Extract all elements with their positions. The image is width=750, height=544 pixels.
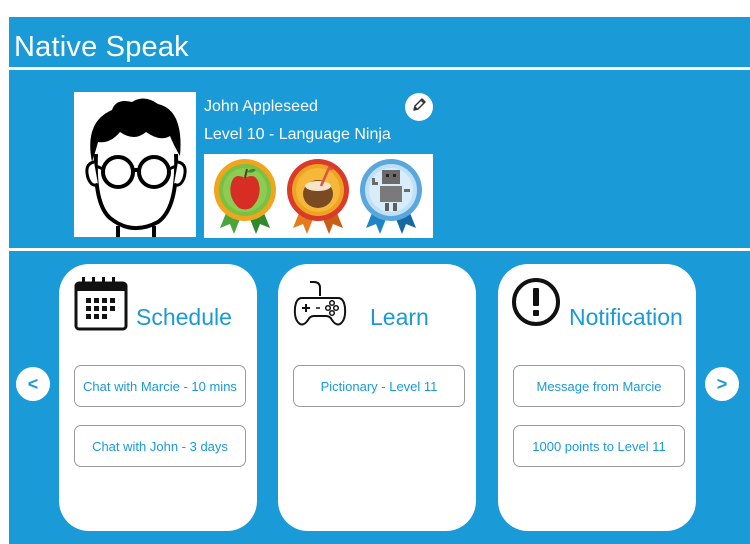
app-title: Native Speak (14, 31, 189, 63)
schedule-item[interactable]: Chat with John - 3 days (74, 425, 246, 467)
schedule-card-header: Schedule (73, 276, 251, 332)
learn-card-header: Learn (292, 276, 470, 332)
profile-level: Level 10 - Language Ninja (204, 126, 391, 143)
gamepad-icon (292, 276, 348, 332)
notification-item[interactable]: 1000 points to Level 11 (513, 425, 685, 467)
schedule-item[interactable]: Chat with Marcie - 10 mins (74, 365, 246, 407)
next-button[interactable]: > (705, 367, 739, 401)
coconut-badge-icon (285, 156, 351, 236)
avatar (74, 92, 196, 237)
notification-card-header: Notification (512, 276, 690, 332)
calendar-icon (73, 276, 129, 332)
robot-badge-icon (358, 156, 424, 236)
learn-card-title: Learn (370, 304, 429, 330)
section-divider (9, 248, 750, 251)
badge-strip (204, 154, 433, 238)
learn-item[interactable]: Pictionary - Level 11 (293, 365, 465, 407)
edit-profile-button[interactable] (405, 93, 433, 121)
schedule-card: Schedule Chat with Marcie - 10 mins Chat… (59, 264, 257, 531)
apple-badge-icon (212, 156, 278, 236)
schedule-card-title: Schedule (136, 304, 232, 330)
notification-card-title: Notification (569, 304, 683, 330)
profile-name: John Appleseed (204, 98, 318, 115)
notification-card: Notification Message from Marcie 1000 po… (498, 264, 696, 531)
notification-item[interactable]: Message from Marcie (513, 365, 685, 407)
prev-button[interactable]: < (16, 367, 50, 401)
pencil-icon (411, 97, 427, 118)
exclamation-icon (512, 276, 568, 332)
learn-card: Learn Pictionary - Level 11 (278, 264, 476, 531)
header-divider (9, 67, 750, 70)
app-window: Native Speak John Appleseed Level 10 - L… (9, 17, 750, 544)
